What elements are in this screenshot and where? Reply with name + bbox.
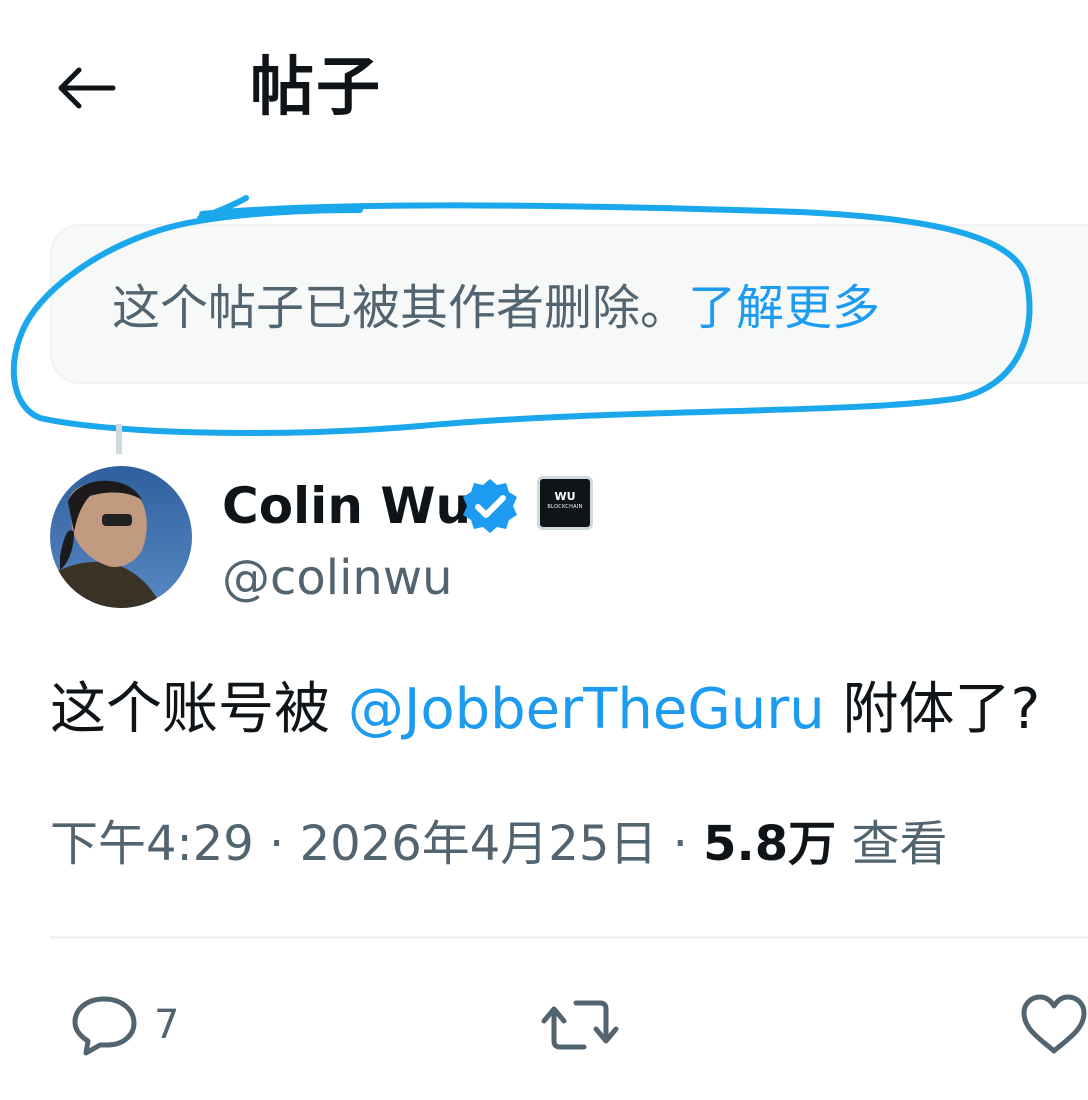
author-name[interactable]: Colin Wu: [222, 474, 471, 538]
deleted-notice-text: 这个帖子已被其作者删除。了解更多: [112, 276, 880, 340]
reply-button[interactable]: 7: [70, 990, 179, 1060]
meta-separator: ·: [253, 816, 300, 872]
post-text-after: 附体了?: [824, 677, 1041, 742]
affiliate-badge[interactable]: WU BLOCKCHAIN: [537, 476, 593, 530]
profile-photo: [50, 466, 192, 608]
back-button[interactable]: [52, 56, 122, 120]
post-meta: 下午4:29 · 2026年4月25日 · 5.8万 查看: [50, 812, 947, 876]
avatar[interactable]: [50, 466, 192, 608]
thread-connector-line: [116, 424, 122, 454]
learn-more-link[interactable]: 了解更多: [688, 280, 880, 336]
divider: [50, 936, 1088, 939]
like-button[interactable]: [1020, 990, 1088, 1060]
heart-icon: [1021, 994, 1087, 1054]
author-handle[interactable]: @colinwu: [222, 546, 453, 610]
arrow-left-icon: [58, 67, 116, 109]
views-label: 查看: [836, 816, 948, 872]
page-title: 帖子: [250, 51, 382, 125]
verified-badge-icon[interactable]: [460, 476, 520, 536]
post-time[interactable]: 下午4:29: [50, 816, 254, 872]
mention-link[interactable]: @JobberTheGuru: [348, 677, 825, 742]
repost-button[interactable]: [540, 990, 620, 1060]
affiliate-badge-line1: WU: [554, 490, 576, 503]
post-text: 这个账号被 @JobberTheGuru 附体了?: [50, 672, 1040, 748]
deleted-notice-message: 这个帖子已被其作者删除。: [112, 280, 689, 336]
reply-count: 7: [154, 1002, 180, 1048]
repost-icon: [541, 1000, 619, 1050]
post-text-before: 这个账号被: [50, 677, 348, 742]
views-count[interactable]: 5.8万: [703, 816, 836, 872]
post-date[interactable]: 2026年4月25日: [300, 816, 658, 872]
comment-icon: [72, 996, 137, 1056]
meta-separator: ·: [657, 816, 704, 872]
top-bar: 帖子: [0, 0, 1088, 180]
affiliate-badge-line2: BLOCKCHAIN: [547, 504, 583, 510]
